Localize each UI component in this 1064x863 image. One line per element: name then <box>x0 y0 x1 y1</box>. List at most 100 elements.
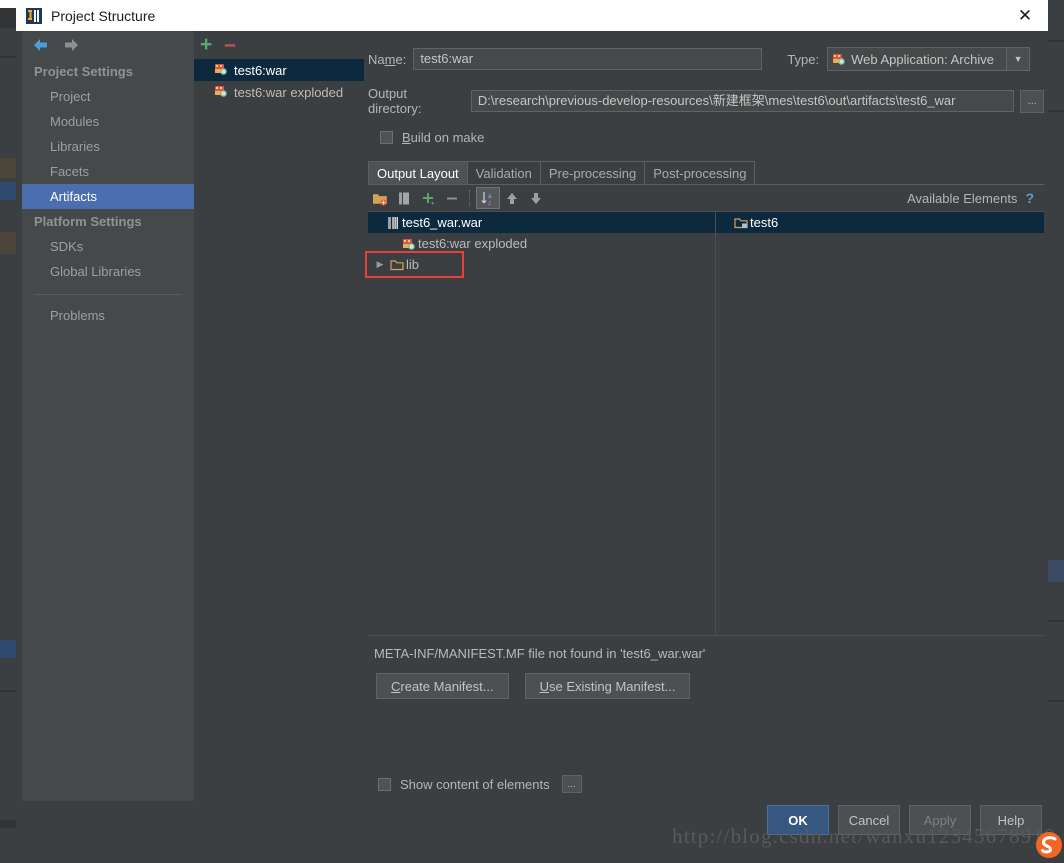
sidebar-item-modules[interactable]: Modules <box>22 109 194 134</box>
intellij-idea-logo-icon <box>25 7 43 25</box>
show-content-row: Show content of elements ... <box>368 775 1044 793</box>
artifact-item-label: test6:war <box>234 62 287 78</box>
build-on-make-checkbox[interactable] <box>380 130 393 144</box>
artifact-item-test6-war-exploded[interactable]: test6:war exploded <box>194 81 364 103</box>
help-button[interactable]: Help <box>980 805 1042 835</box>
add-copy-of-button[interactable] <box>416 187 440 209</box>
nav-divider <box>34 294 182 295</box>
minus-icon[interactable]: – <box>224 34 236 55</box>
sidebar-item-global-libraries[interactable]: Global Libraries <box>22 259 194 284</box>
create-directory-button[interactable] <box>368 187 392 209</box>
war-exploded-artifact-icon <box>214 84 228 101</box>
project-structure-dialog: Project Structure ✕ Project Settings Pro… <box>16 0 1048 845</box>
use-existing-manifest-button[interactable]: Use Existing Manifest... <box>524 673 691 699</box>
output-layout-tree: test6_war.war test6:war exploded ▶ lib <box>365 212 716 635</box>
tree-row-label: test6_war.war <box>402 215 483 230</box>
artifact-tabs: Output Layout Validation Pre-processing … <box>368 161 1044 185</box>
move-up-button[interactable] <box>500 187 524 209</box>
dialog-body: Project Settings Project Modules Librari… <box>16 31 1048 845</box>
tab-validation[interactable]: Validation <box>466 161 541 184</box>
question-mark-icon[interactable]: ? <box>1025 190 1034 206</box>
show-content-label: Show content of elements <box>400 776 550 792</box>
artifacts-list-panel: + – test6:war test6:war exploded <box>194 31 364 801</box>
show-content-browse-button[interactable]: ... <box>561 775 582 793</box>
build-on-make-row: Build on make <box>368 127 1044 147</box>
create-manifest-button[interactable]: Create Manifest... <box>376 673 509 699</box>
artifact-name-input[interactable] <box>413 48 763 70</box>
settings-navigation-panel: Project Settings Project Modules Librari… <box>22 31 194 801</box>
war-artifact-icon <box>832 52 846 66</box>
war-exploded-artifact-icon <box>400 237 418 251</box>
manifest-message: META-INF/MANIFEST.MF file not found in '… <box>374 646 706 661</box>
available-elements-header: Available Elements ? <box>907 190 1044 206</box>
svg-text:z: z <box>488 200 491 206</box>
output-layout-toolbar: a z Available Elements ? <box>368 185 1044 212</box>
artifact-item-test6-war[interactable]: test6:war <box>194 59 364 81</box>
arrow-down-icon <box>531 192 541 204</box>
close-icon[interactable]: ✕ <box>1002 0 1048 31</box>
svg-text:a: a <box>488 193 492 200</box>
remove-button[interactable] <box>440 187 464 209</box>
tree-twisty-lib[interactable]: ▶ <box>372 259 388 270</box>
chevron-down-icon[interactable]: ▼ <box>1006 48 1030 70</box>
dialog-title: Project Structure <box>51 7 156 24</box>
output-directory-browse-button[interactable]: ... <box>1020 89 1045 113</box>
tab-pre-processing[interactable]: Pre-processing <box>539 161 646 184</box>
sidebar-item-sdks[interactable]: SDKs <box>22 234 194 259</box>
nav-group-project-settings: Project Settings <box>34 64 133 79</box>
tree-row[interactable]: test6:war exploded <box>368 233 715 254</box>
artifact-item-label: test6:war exploded <box>234 84 344 100</box>
apply-button[interactable]: Apply <box>909 805 971 835</box>
tab-post-processing[interactable]: Post-processing <box>644 161 756 184</box>
manifest-section: META-INF/MANIFEST.MF file not found in '… <box>368 635 1044 793</box>
output-directory-label: Output directory: <box>368 86 422 116</box>
artifact-type-combobox[interactable]: Web Application: Archive ▼ <box>827 47 1031 71</box>
sidebar-item-facets[interactable]: Facets <box>22 159 194 184</box>
tree-row[interactable]: test6_war.war <box>368 212 715 233</box>
available-elements-tree: test6 <box>716 212 1044 635</box>
create-directory-icon <box>373 193 387 205</box>
sort-button[interactable]: a z <box>476 187 500 209</box>
tree-row-label: lib <box>406 257 420 272</box>
name-row: Name: Type: Web Applicatio <box>368 47 1044 71</box>
arrow-right-icon[interactable] <box>62 37 80 53</box>
layout-and-available-panes: test6_war.war test6:war exploded ▶ lib t… <box>365 212 1044 635</box>
sidebar-item-problems[interactable]: Problems <box>22 303 194 328</box>
artifact-type-value: Web Application: Archive <box>851 51 994 67</box>
nav-history-arrows <box>22 31 194 59</box>
folder-icon <box>388 258 406 272</box>
available-elements-label: Available Elements <box>907 190 1018 206</box>
arrow-left-icon[interactable] <box>32 37 50 53</box>
dialog-title-bar: Project Structure ✕ <box>16 0 1048 31</box>
tree-row-label: test6:war exploded <box>418 236 528 251</box>
minus-icon <box>447 197 457 199</box>
name-label: Name: <box>368 51 407 67</box>
module-folder-icon <box>732 216 750 230</box>
artifact-details-panel: Name: Type: Web Applicatio <box>365 31 1045 801</box>
plus-icon[interactable]: + <box>200 34 212 55</box>
dialog-footer-buttons: OK Cancel Apply Help <box>767 805 1042 835</box>
sidebar-item-project[interactable]: Project <box>22 84 194 109</box>
create-archive-button[interactable] <box>392 187 416 209</box>
plus-icon <box>423 192 434 204</box>
toolbar-divider <box>469 190 471 206</box>
output-directory-input[interactable] <box>470 90 1015 112</box>
dialog-footer: OK Cancel Apply Help <box>16 805 1048 839</box>
sidebar-item-libraries[interactable]: Libraries <box>22 134 194 159</box>
manifest-buttons: Create Manifest... Use Existing Manifest… <box>368 673 1044 699</box>
available-element-row[interactable]: test6 <box>716 212 1044 233</box>
tree-row-lib[interactable]: ▶ lib <box>368 254 471 275</box>
move-down-button[interactable] <box>524 187 548 209</box>
tab-output-layout[interactable]: Output Layout <box>368 161 468 184</box>
available-element-label: test6 <box>750 215 779 230</box>
type-label: Type: <box>787 51 820 67</box>
sort-az-icon: a z <box>481 191 492 206</box>
arrow-up-icon <box>507 192 517 204</box>
sidebar-item-artifacts[interactable]: Artifacts <box>22 184 194 209</box>
nav-group-platform-settings: Platform Settings <box>34 214 142 229</box>
ok-button[interactable]: OK <box>767 805 829 835</box>
show-content-checkbox[interactable] <box>378 777 391 791</box>
war-artifact-icon <box>214 62 228 79</box>
archive-icon <box>384 216 402 230</box>
cancel-button[interactable]: Cancel <box>838 805 900 835</box>
